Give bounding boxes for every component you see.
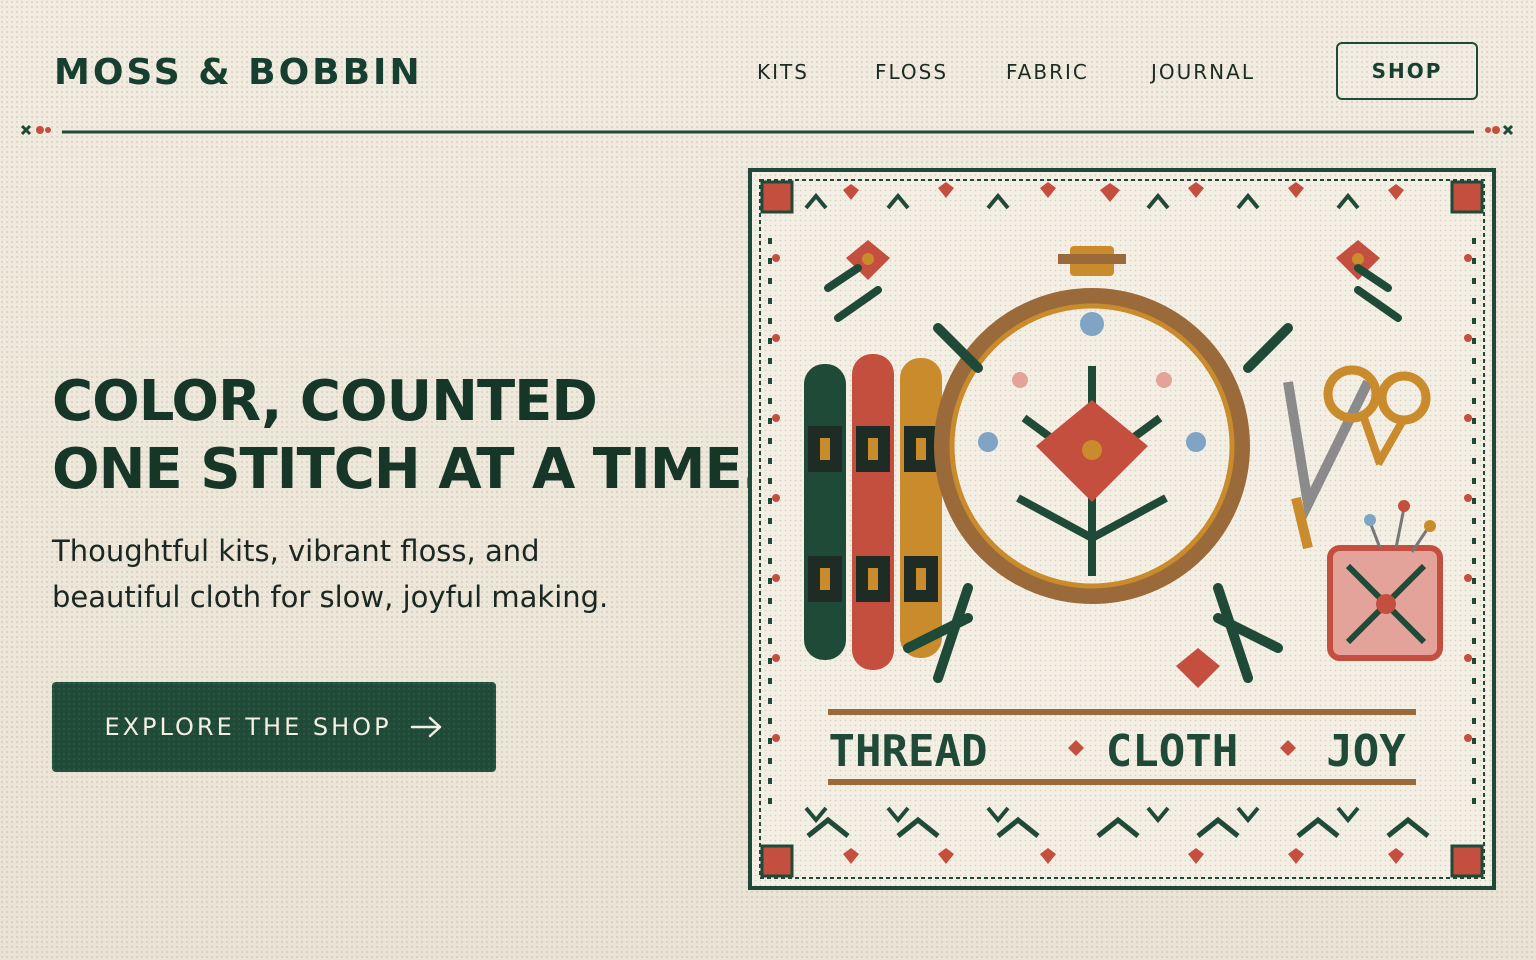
brand-logo[interactable]: MOSS & BOBBIN	[54, 52, 423, 93]
cross-stitch-sampler-illustration: THREAD CLOTH JOY	[748, 168, 1496, 890]
explore-shop-button[interactable]: EXPLORE THE SHOP	[52, 682, 496, 772]
hero-title: COLOR, COUNTED ONE STITCH AT A TIME.	[52, 368, 763, 504]
floss-skeins-icon	[804, 354, 942, 670]
sampler-word-cloth: CLOTH	[1106, 726, 1238, 777]
arrow-right-icon	[410, 716, 441, 738]
nav-link-fabric[interactable]: FABRIC	[1006, 60, 1089, 84]
hero-title-line-2: ONE STITCH AT A TIME.	[52, 437, 763, 502]
nav-link-journal[interactable]: JOURNAL	[1151, 60, 1255, 84]
stitched-divider	[20, 124, 1514, 136]
shop-button[interactable]: SHOP	[1336, 42, 1478, 100]
sampler-word-thread: THREAD	[829, 726, 988, 777]
nav-link-kits[interactable]: KITS	[757, 60, 809, 84]
hero-title-line-1: COLOR, COUNTED	[52, 369, 598, 434]
hero-subtitle-line-2: beautiful cloth for slow, joyful making.	[52, 580, 609, 614]
hero-subtitle-line-1: Thoughtful kits, vibrant floss, and	[52, 534, 540, 568]
hero-subtitle: Thoughtful kits, vibrant floss, and beau…	[52, 528, 702, 620]
sampler-word-joy: JOY	[1326, 726, 1406, 777]
divider-left-motif-icon	[20, 124, 51, 136]
explore-shop-label: EXPLORE THE SHOP	[104, 713, 392, 741]
divider-right-motif-icon	[1485, 124, 1514, 136]
nav-link-floss[interactable]: FLOSS	[875, 60, 948, 84]
